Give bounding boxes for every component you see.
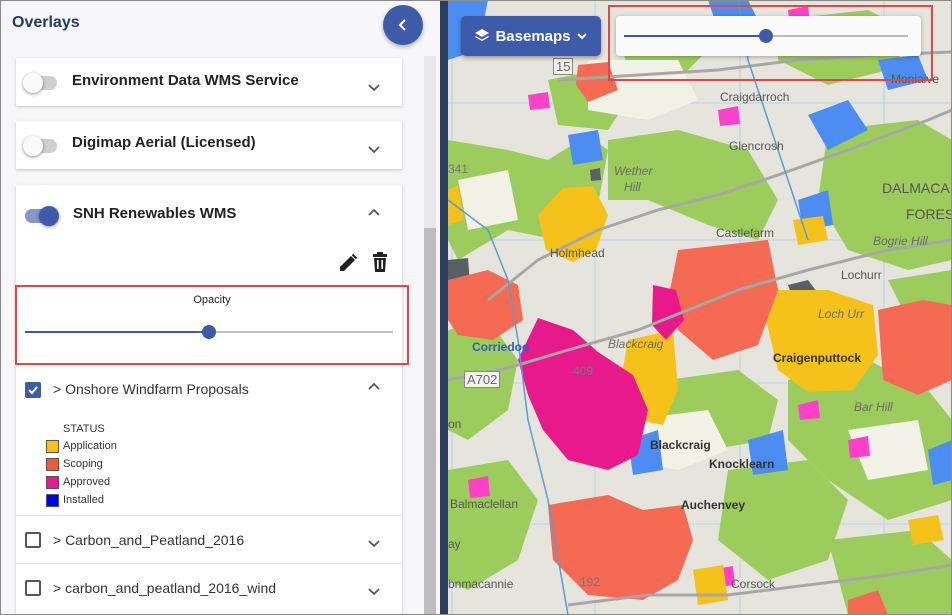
window-frame	[0, 0, 952, 615]
